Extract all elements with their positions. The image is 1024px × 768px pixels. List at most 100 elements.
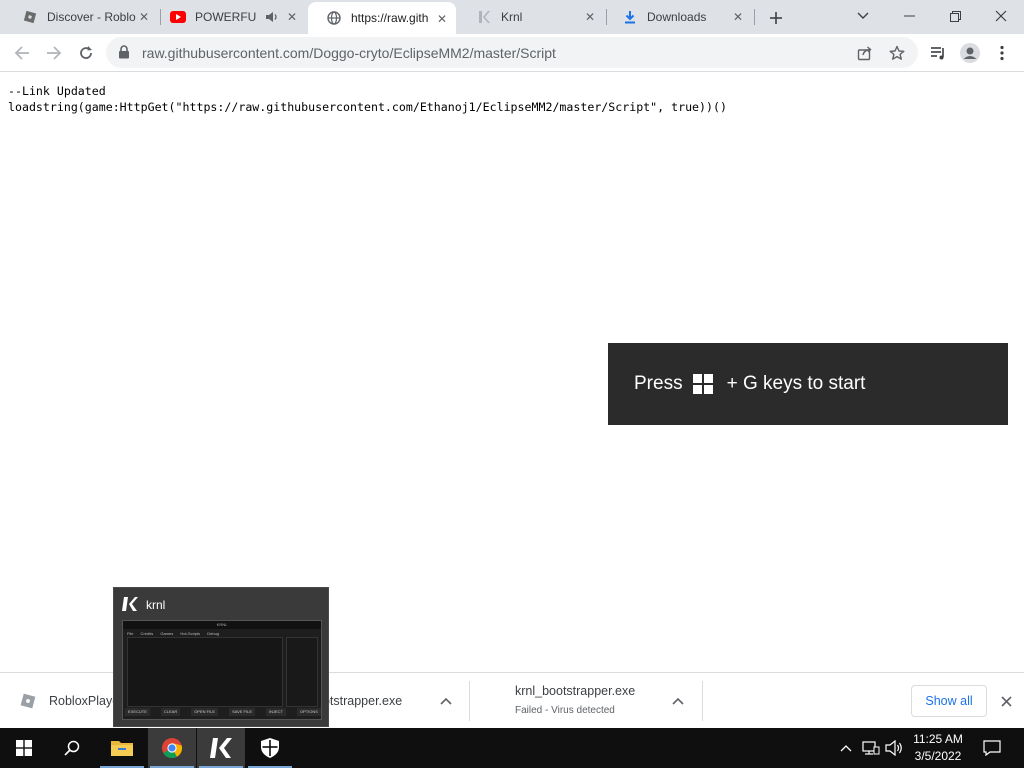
krnl-icon [122,596,138,615]
close-window-button[interactable] [978,0,1024,32]
restore-button[interactable] [932,0,978,32]
network-icon[interactable] [861,738,881,758]
thumb-script-list [286,637,318,707]
new-tab-button[interactable] [765,7,787,29]
thumb-execute-button: EXECUTE [125,708,150,716]
chevron-up-icon[interactable] [436,691,456,711]
lock-icon[interactable] [118,45,130,64]
file-explorer-button[interactable] [98,728,146,768]
avatar-icon [960,43,980,63]
taskbar-window-preview[interactable]: krnl KRNL File Credits Games Hot-Scripts… [113,587,329,727]
minimize-button[interactable] [886,0,932,32]
tab-search-button[interactable] [840,0,886,32]
close-tab-icon[interactable]: ✕ [136,9,152,25]
download-status: Failed - Virus detected [515,705,615,716]
roblox-file-icon [20,693,36,714]
close-tab-icon[interactable]: ✕ [284,9,300,25]
krnl-taskbar-button[interactable] [197,728,245,768]
search-button[interactable] [48,728,96,768]
reload-button[interactable] [72,39,100,67]
code-line: loadstring(game:HttpGet("https://raw.git… [8,100,727,114]
minimize-icon [903,15,915,17]
chrome-icon [162,738,183,759]
close-tab-icon[interactable]: ✕ [434,11,450,27]
show-all-button[interactable]: Show all [911,685,987,717]
action-center-button[interactable] [982,738,1002,758]
gamebar-suffix: + G keys to start [726,373,866,394]
chevron-down-icon [857,12,869,19]
globe-icon [326,10,342,26]
tab-strip: Discover - Roblo ✕ POWERFUL ✕ https://ra… [0,0,1024,34]
system-clock[interactable]: 11:25 AM 3/5/2022 [908,731,968,765]
gamebar-prefix: Press [634,373,683,394]
thumb-title: KRNL [123,621,321,629]
tab-label: POWERFUL [195,10,257,24]
download-icon [622,9,638,25]
close-tab-icon[interactable]: ✕ [582,9,598,25]
back-button[interactable] [8,39,36,67]
close-icon [995,10,1007,22]
chrome-taskbar-button[interactable] [148,728,196,768]
download-item-krnl[interactable]: krnl_bootstrapper.exe Failed - Virus det… [470,673,702,729]
show-hidden-icons-button[interactable] [836,738,856,758]
thumb-menu: File Credits Games Hot-Scripts Debug [127,631,220,636]
url-text[interactable]: raw.githubusercontent.com/Doggo-cryto/Ec… [142,45,556,61]
back-arrow-icon [14,46,29,60]
media-controls-button[interactable] [924,39,952,67]
thumb-inject-button: INJECT [265,708,286,716]
share-icon[interactable] [856,44,874,62]
chevron-up-icon[interactable] [668,691,688,711]
forward-button[interactable] [40,39,68,67]
folder-icon [111,741,133,756]
bookmark-star-icon[interactable] [888,44,906,62]
raw-script-content: --Link Updated loadstring(game:HttpGet("h… [8,83,727,115]
shield-icon [261,738,279,758]
preview-header: krnl [122,596,165,614]
reload-icon [80,46,92,59]
browser-toolbar: raw.githubusercontent.com/Doggo-cryto/Ec… [0,34,1024,72]
thumb-editor [127,637,283,707]
game-bar-prompt: Press + G keys to start [608,343,1008,425]
tab-krnl[interactable]: Krnl ✕ [458,0,604,34]
volume-icon[interactable] [884,738,904,758]
thumb-button-row: EXECUTE CLEAR OPEN FILE SAVE FILE INJECT… [125,708,321,716]
krnl-icon [476,9,492,25]
krnl-icon [210,738,232,758]
chrome-menu-button[interactable] [988,39,1016,67]
clock-time: 11:25 AM [913,732,963,746]
tab-divider [754,9,755,25]
plus-icon [770,12,782,24]
speaker-icon[interactable] [265,11,279,23]
tab-downloads[interactable]: Downloads ✕ [604,0,752,34]
restore-icon [949,10,961,22]
preview-title: krnl [146,598,166,612]
tab-raw-github[interactable]: https://raw.gith ✕ [308,2,456,34]
forward-arrow-icon [47,46,62,60]
krnl-window-thumbnail: KRNL File Credits Games Hot-Scripts Debu… [122,620,322,720]
thumb-clear-button: CLEAR [160,708,181,716]
close-shelf-button[interactable] [996,691,1016,711]
start-button[interactable] [0,728,48,768]
tab-discover-roblox[interactable]: Discover - Roblo ✕ [4,0,158,34]
download-filename: RobloxPlaye [49,694,120,708]
download-filename: krnl_bootstrapper.exe [515,684,636,698]
thumb-open-file-button: OPEN FILE [191,708,219,716]
address-bar[interactable]: raw.githubusercontent.com/Doggo-cryto/Ec… [106,37,918,68]
security-app-button[interactable] [246,728,294,768]
profile-button[interactable] [956,39,984,67]
media-queue-icon [931,47,944,60]
windows-taskbar: 11:25 AM 3/5/2022 [0,728,1024,768]
thumb-options-button: OPTIONS [296,708,321,716]
windows-key-icon [692,374,713,394]
windows-logo-icon [16,740,32,756]
code-line: --Link Updated [8,84,106,98]
tab-powerful[interactable]: POWERFUL ✕ [152,0,306,34]
more-vertical-icon [1000,45,1004,61]
search-icon [64,740,80,756]
notification-icon [983,740,1001,756]
youtube-icon [170,9,186,25]
close-tab-icon[interactable]: ✕ [730,9,746,25]
roblox-icon [22,9,38,25]
chevron-up-icon [840,745,852,752]
clock-date: 3/5/2022 [914,749,962,763]
